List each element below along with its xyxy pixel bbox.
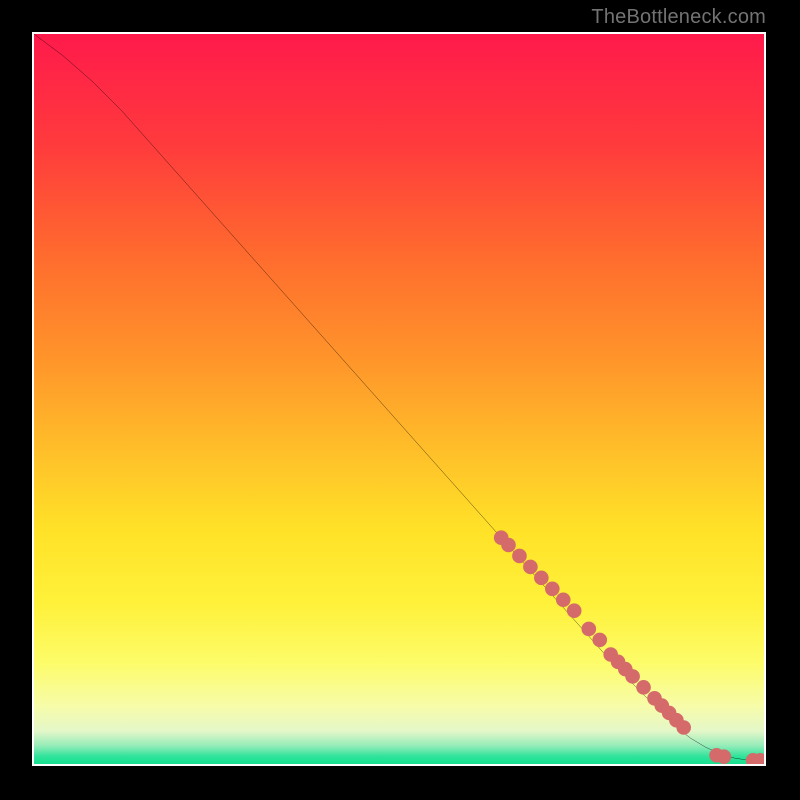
attribution-label: TheBottleneck.com xyxy=(591,6,766,29)
plot-frame xyxy=(32,32,766,766)
chart-stage: TheBottleneck.com xyxy=(0,0,800,800)
